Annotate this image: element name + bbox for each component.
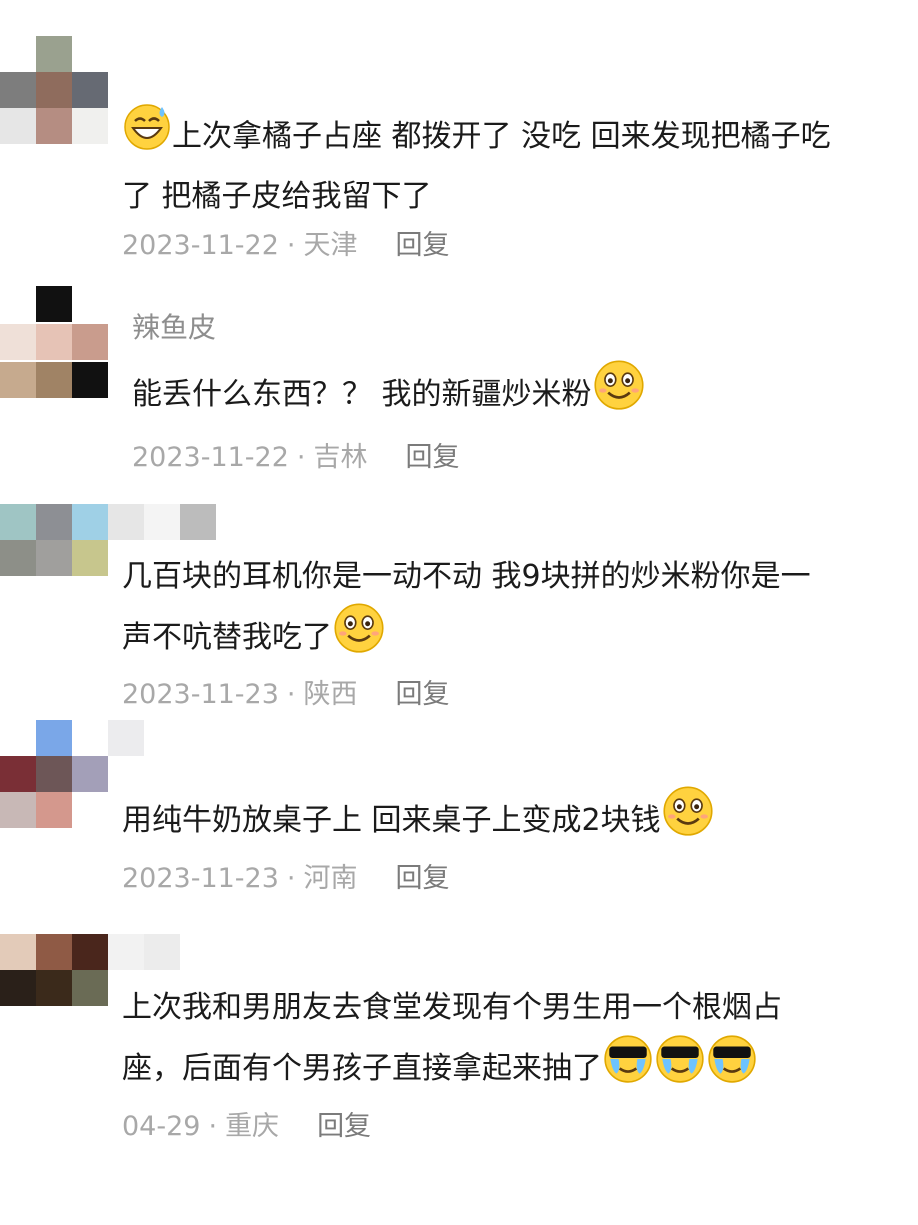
comment-meta: 2023-11-23 · 河南 回复: [122, 863, 450, 894]
comment-text: 几百块的耳机你是一动不动 我9块拼的炒米粉你是一 声不吭替我吃了: [122, 551, 811, 674]
username[interactable]: 辣鱼皮: [132, 306, 216, 346]
comment-date: 2023-11-23: [122, 679, 279, 710]
comment-meta: 2023-11-22 · 吉林 回复: [132, 442, 460, 473]
comment-meta: 2023-11-23 · 陕西 回复: [122, 679, 450, 710]
laugh-sweat-emoji: [122, 101, 172, 168]
reply-button[interactable]: 回复: [396, 863, 450, 894]
reply-button[interactable]: 回复: [396, 679, 450, 710]
comment-text: 用纯牛奶放桌子上 回来桌子上变成2块钱: [122, 786, 715, 857]
comment-location: 重庆: [225, 1111, 280, 1142]
comment-date: 2023-11-22: [132, 442, 289, 473]
comment-text: 上次拿橘子占座 都拨开了 没吃 回来发现把橘子吃 了 把橘子皮给我留下了: [122, 104, 831, 223]
comment-location: 陕西: [303, 679, 358, 710]
smile-emoji: [332, 600, 386, 671]
comment-location: 河南: [303, 863, 358, 894]
smile-emoji: [592, 357, 646, 428]
comment-date: 04-29: [122, 1111, 201, 1142]
comment-location: 天津: [303, 230, 358, 261]
comment-meta: 04-29 · 重庆 回复: [122, 1111, 372, 1142]
comment-meta: 2023-11-22 · 天津 回复: [122, 230, 450, 261]
reply-button[interactable]: 回复: [406, 442, 460, 473]
comment-text: 上次我和男朋友去食堂发现有个男生用一个根烟占 座，后面有个男孩子直接拿起来抽了: [122, 982, 782, 1105]
reply-button[interactable]: 回复: [396, 230, 450, 261]
comment-location: 吉林: [313, 442, 368, 473]
reply-button[interactable]: 回复: [317, 1111, 371, 1142]
cool-tears-emoji: [602, 1031, 758, 1102]
comment-date: 2023-11-23: [122, 863, 279, 894]
smile-emoji: [661, 783, 715, 854]
comment-text: 能丢什么东西？？ 我的新疆炒米粉: [132, 360, 646, 431]
comment-date: 2023-11-22: [122, 230, 279, 261]
